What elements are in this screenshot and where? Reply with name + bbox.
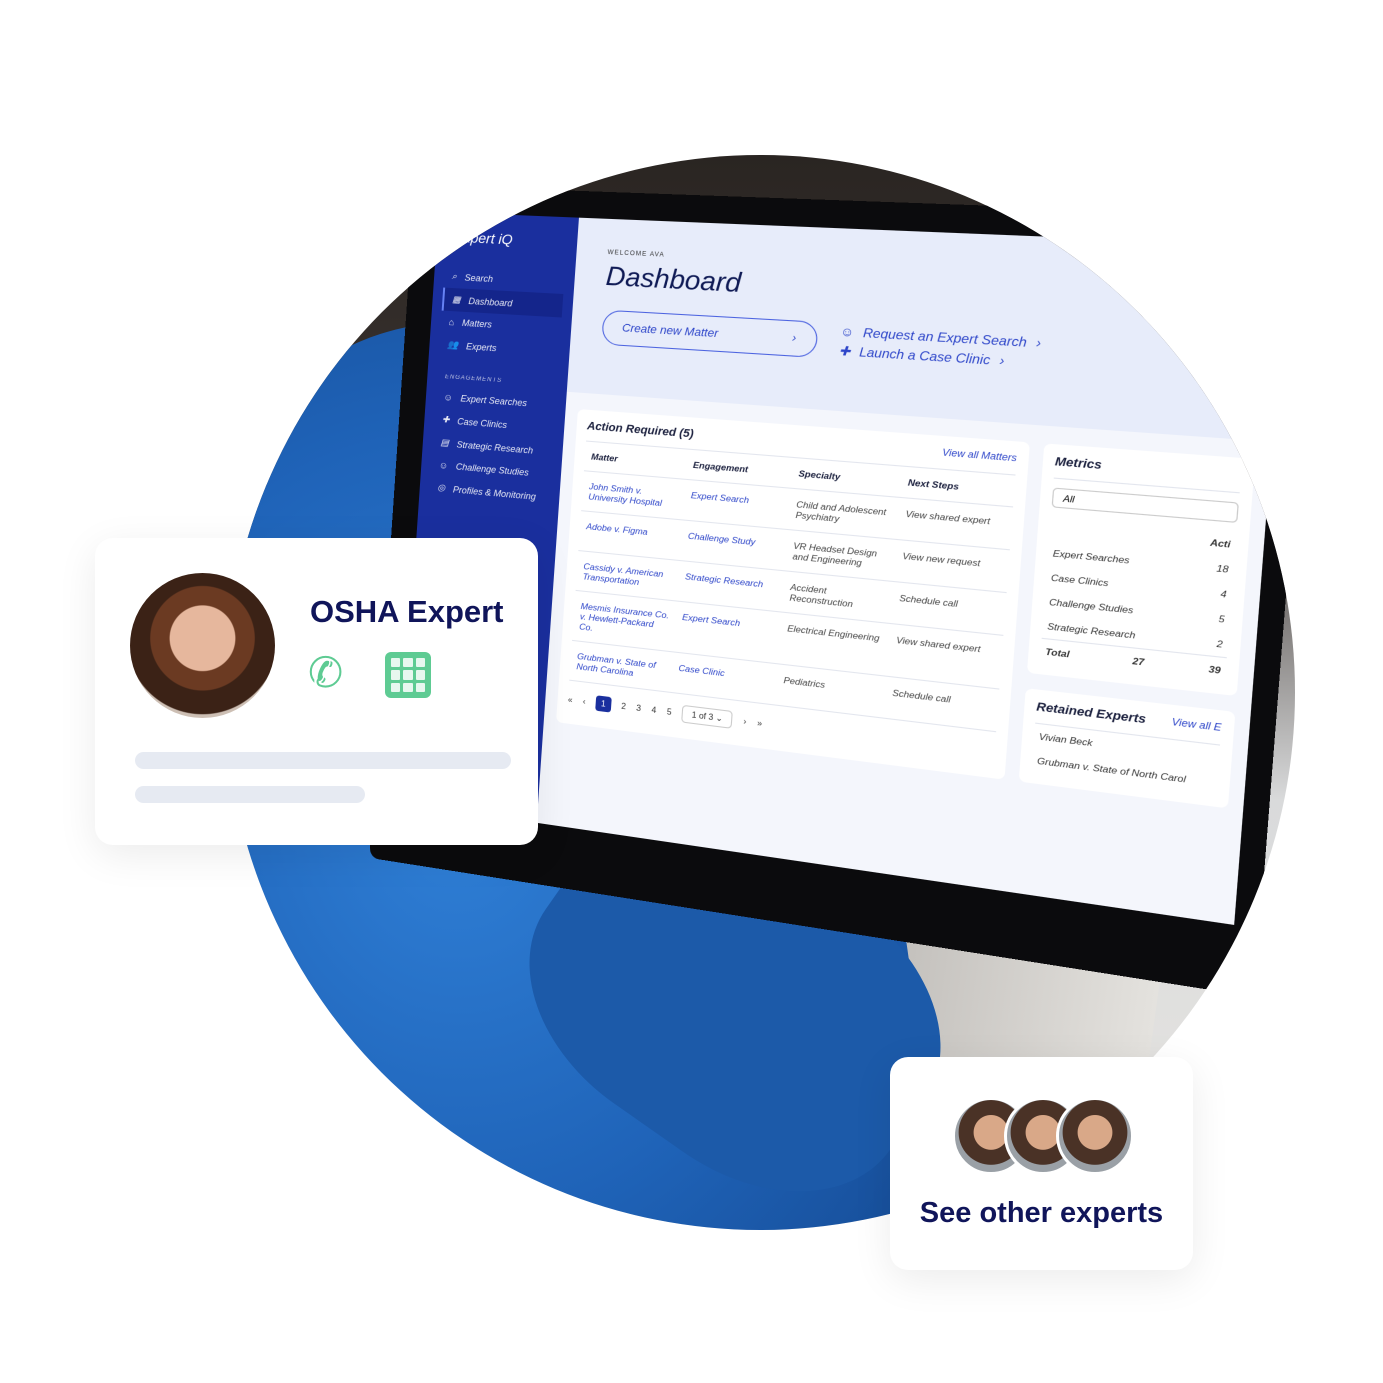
expert-name: Vivian Beck: [1038, 730, 1093, 749]
expert-avatar: [130, 573, 275, 718]
next-page-icon[interactable]: ›: [743, 717, 747, 727]
clinic-icon: ✚: [838, 343, 851, 360]
placeholder-line: [135, 752, 511, 769]
chevron-right-icon: ›: [1035, 335, 1042, 351]
metrics-title: Metrics: [1054, 455, 1103, 473]
action-required-card: Action Required (5) View all Matters Matt…: [556, 409, 1030, 780]
person-search-icon: ☺: [839, 324, 855, 340]
metrics-filter[interactable]: All: [1051, 487, 1239, 523]
people-icon: 👥: [446, 339, 459, 350]
view-all-experts-link[interactable]: View all E: [1171, 716, 1221, 735]
courthouse-icon: ⌂: [448, 317, 455, 328]
retained-experts-card: Retained Experts View all E Vivian Beck G…: [1018, 688, 1236, 809]
avatar: [1056, 1097, 1134, 1175]
search-icon: ⌕: [451, 270, 458, 282]
logo: Expert iQ: [454, 228, 514, 248]
first-page-icon[interactable]: «: [568, 695, 573, 705]
page-1[interactable]: 1: [595, 695, 612, 713]
clinic-icon: ✚: [441, 414, 450, 425]
prev-page-icon[interactable]: ‹: [582, 697, 585, 707]
see-other-experts-label: See other experts: [919, 1197, 1164, 1229]
page-select[interactable]: 1 of 3 ⌄: [681, 704, 734, 729]
last-page-icon[interactable]: »: [757, 718, 763, 728]
retained-title: Retained Experts: [1035, 700, 1147, 727]
person-search-icon: ☺: [443, 392, 454, 403]
osha-expert-card[interactable]: OSHA Expert ✆: [95, 538, 538, 845]
chevron-right-icon: ›: [791, 331, 797, 345]
see-other-experts-card[interactable]: See other experts: [890, 1057, 1193, 1270]
calendar-icon[interactable]: [385, 652, 431, 698]
page-5[interactable]: 5: [666, 707, 671, 717]
dashboard-icon: ▦: [451, 294, 462, 305]
expert-title: OSHA Expert: [310, 594, 504, 629]
action-table: Matter Engagement Specialty Next Steps John…: [569, 441, 1016, 733]
placeholder-line: [135, 786, 365, 803]
main-content: WELCOME AVA Dashboard Create new Matter ›…: [537, 217, 1288, 925]
page-4[interactable]: 4: [651, 705, 656, 715]
expert-avatars: [952, 1097, 1134, 1175]
create-matter-button[interactable]: Create new Matter ›: [601, 309, 819, 358]
view-all-matters-link[interactable]: View all Matters: [942, 447, 1017, 466]
section-label: ENGAGEMENTS: [444, 374, 503, 385]
card-title: Action Required (5): [586, 420, 695, 441]
fingerprint-icon: ◎: [437, 482, 446, 493]
person-icon: ☺: [438, 460, 449, 471]
page-3[interactable]: 3: [636, 703, 641, 713]
metrics-card: Metrics All Acti Expert Searches 18 Case …: [1026, 443, 1256, 697]
document-icon: ▤: [440, 437, 450, 448]
phone-icon[interactable]: ✆: [308, 648, 343, 697]
page-2[interactable]: 2: [621, 701, 626, 711]
chevron-right-icon: ›: [999, 352, 1005, 369]
